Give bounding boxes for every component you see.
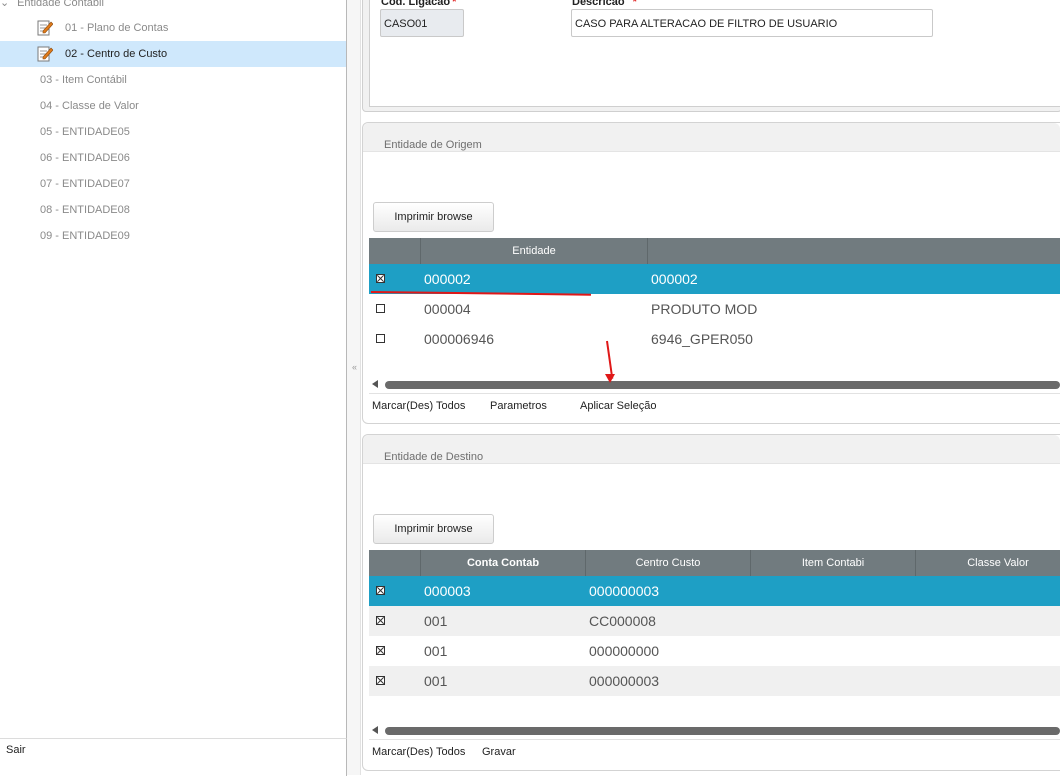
- row-checkbox[interactable]: [376, 304, 385, 313]
- cell-descricao: 000002: [651, 271, 698, 287]
- tree-item-label: 05 - ENTIDADE05: [40, 126, 130, 138]
- table-row[interactable]: 000004 PRODUTO MOD: [369, 294, 1060, 324]
- cell-entidade: 000004: [424, 301, 471, 317]
- cell-descricao: PRODUTO MOD: [651, 301, 758, 317]
- tree-item-label: 03 - Item Contábil: [40, 74, 127, 86]
- scroll-left-icon[interactable]: [372, 380, 378, 388]
- tree-item-item-contabil[interactable]: 03 - Item Contábil: [0, 67, 346, 93]
- origem-horizontal-scrollbar[interactable]: [369, 380, 1060, 390]
- splitter-grip-icon[interactable]: «: [352, 363, 357, 372]
- tree-root[interactable]: ⌄ Entidade Contábil: [0, 0, 104, 11]
- row-checkbox[interactable]: [376, 274, 385, 283]
- table-row[interactable]: 000002 000002: [369, 264, 1060, 294]
- row-checkbox[interactable]: [376, 334, 385, 343]
- table-row[interactable]: 000003 000000003: [369, 576, 1060, 606]
- tree-item-entidade06[interactable]: 06 - ENTIDADE06: [0, 145, 346, 171]
- tree-item-label: 07 - ENTIDADE07: [40, 178, 130, 190]
- cell-conta-contab: 001: [424, 673, 448, 689]
- document-edit-icon: [37, 46, 53, 62]
- cell-entidade: 000002: [424, 271, 471, 287]
- exit-button[interactable]: Sair: [6, 744, 26, 756]
- tree-item-entidade09[interactable]: 09 - ENTIDADE09: [0, 223, 346, 249]
- destino-print-button[interactable]: Imprimir browse: [373, 514, 494, 544]
- cell-conta-contab: 001: [424, 613, 448, 629]
- table-row[interactable]: 000006946 6946_GPER050: [369, 324, 1060, 354]
- table-row[interactable]: 001 000000000: [369, 636, 1060, 666]
- row-checkbox[interactable]: [376, 616, 385, 625]
- annotation-arrow-head: [605, 374, 615, 383]
- cod-ligacao-field[interactable]: CASO01: [380, 9, 464, 37]
- column-header-item-contabi[interactable]: Item Contabi: [751, 550, 916, 576]
- origem-footer-divider: [369, 393, 1060, 394]
- left-footer: [0, 738, 347, 776]
- column-header-conta-contab[interactable]: Conta Contab: [421, 550, 586, 576]
- tree-item-entidade07[interactable]: 07 - ENTIDADE07: [0, 171, 346, 197]
- tree-item-entidade08[interactable]: 08 - ENTIDADE08: [0, 197, 346, 223]
- descricao-field[interactable]: CASO PARA ALTERACAO DE FILTRO DE USUARIO: [571, 9, 933, 37]
- tree-item-label: 08 - ENTIDADE08: [40, 204, 130, 216]
- origem-grid-header: Entidade: [369, 238, 1060, 264]
- destino-title: Entidade de Destino: [384, 451, 484, 463]
- cell-centro-custo: 000000003: [589, 583, 660, 599]
- required-mark: *: [632, 0, 637, 8]
- tree-item-classe-de-valor[interactable]: 04 - Classe de Valor: [0, 93, 346, 119]
- origem-mark-all-button[interactable]: Marcar(Des) Todos: [372, 400, 465, 412]
- cell-conta-contab: 001: [424, 643, 448, 659]
- destino-horizontal-scrollbar[interactable]: [369, 726, 1060, 736]
- document-edit-icon: [37, 20, 53, 36]
- tree-item-label: 09 - ENTIDADE09: [40, 230, 130, 242]
- origem-title: Entidade de Origem: [384, 139, 482, 151]
- cell-centro-custo: CC000008: [589, 613, 656, 629]
- tree-item-plano-de-contas[interactable]: 01 - Plano de Contas: [0, 15, 346, 41]
- column-header-entidade[interactable]: Entidade: [421, 238, 648, 264]
- descricao-label: Descricao *: [572, 0, 637, 8]
- row-checkbox[interactable]: [376, 646, 385, 655]
- tree-item-label: 01 - Plano de Contas: [65, 22, 169, 34]
- chevron-down-icon[interactable]: ⌄: [0, 0, 12, 11]
- cell-centro-custo: 000000003: [589, 673, 660, 689]
- column-header-centro-custo[interactable]: Centro Custo: [586, 550, 751, 576]
- destino-mark-all-button[interactable]: Marcar(Des) Todos: [372, 746, 465, 758]
- column-header-descricao[interactable]: [648, 238, 1060, 264]
- scrollbar-thumb[interactable]: [385, 381, 1060, 389]
- cell-conta-contab: 000003: [424, 583, 471, 599]
- destino-grid-header: Conta Contab Centro Custo Item Contabi C…: [369, 550, 1060, 576]
- scroll-left-icon[interactable]: [372, 726, 378, 734]
- entity-tree-panel: ⌄ Entidade Contábil 01 - Plano de Contas…: [0, 0, 347, 738]
- destino-save-button[interactable]: Gravar: [482, 746, 516, 758]
- tree-item-entidade05[interactable]: 05 - ENTIDADE05: [0, 119, 346, 145]
- table-row[interactable]: 001 CC000008: [369, 606, 1060, 636]
- row-checkbox[interactable]: [376, 586, 385, 595]
- scrollbar-thumb[interactable]: [385, 727, 1060, 735]
- row-checkbox[interactable]: [376, 676, 385, 685]
- cell-descricao: 6946_GPER050: [651, 331, 753, 347]
- origem-print-button[interactable]: Imprimir browse: [373, 202, 494, 232]
- required-mark: *: [452, 0, 457, 8]
- descricao-label-text: Descricao: [572, 0, 625, 8]
- tree-item-label: 02 - Centro de Custo: [65, 48, 168, 60]
- column-header-check[interactable]: [369, 238, 421, 264]
- origem-apply-selection-button[interactable]: Aplicar Seleção: [580, 400, 656, 412]
- destino-footer-divider: [369, 739, 1060, 740]
- cod-ligacao-label: Cod. Ligacao *: [381, 0, 456, 8]
- origem-params-button[interactable]: Parametros: [490, 400, 547, 412]
- cell-centro-custo: 000000000: [589, 643, 660, 659]
- cell-entidade: 000006946: [424, 331, 495, 347]
- tree-item-centro-de-custo[interactable]: 02 - Centro de Custo: [0, 41, 346, 67]
- column-header-check[interactable]: [369, 550, 421, 576]
- column-header-classe-valor[interactable]: Classe Valor: [916, 550, 1060, 576]
- cod-ligacao-label-text: Cod. Ligacao: [381, 0, 451, 8]
- table-row[interactable]: 001 000000003: [369, 666, 1060, 696]
- tree-item-label: 04 - Classe de Valor: [40, 100, 139, 112]
- panel-splitter[interactable]: «: [347, 0, 361, 775]
- tree-root-label: Entidade Contábil: [17, 0, 104, 9]
- tree-item-label: 06 - ENTIDADE06: [40, 152, 130, 164]
